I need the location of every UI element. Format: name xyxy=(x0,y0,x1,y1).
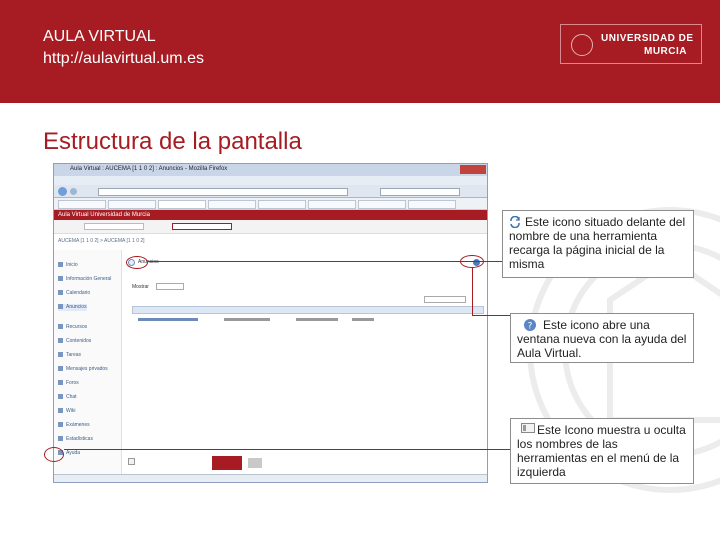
tool-icon xyxy=(58,338,63,344)
tool-icon xyxy=(58,304,63,310)
tool-icon xyxy=(58,394,63,400)
tool-icon xyxy=(58,352,63,358)
arrow-toggle xyxy=(64,449,510,450)
svg-text:?: ? xyxy=(528,322,533,332)
show-label: Mostrar xyxy=(132,284,149,290)
address-bar[interactable] xyxy=(98,188,348,196)
refresh-icon xyxy=(510,216,520,228)
site-band: Aula Virtual Universidad de Murcia xyxy=(54,210,487,220)
browser-search[interactable] xyxy=(380,188,460,196)
sidebar-item[interactable]: Chat xyxy=(58,394,77,401)
browser-tab[interactable] xyxy=(258,200,306,209)
header-title: AULA VIRTUAL xyxy=(43,28,156,45)
embedded-screenshot: Aula Virtual : AUCEMA [1 1 0 2] : Anunci… xyxy=(53,163,488,483)
browser-tab[interactable] xyxy=(308,200,356,209)
tool-icon xyxy=(58,262,63,268)
footer-badge-icon xyxy=(248,458,262,468)
table-header xyxy=(132,306,484,314)
seal-icon xyxy=(571,34,593,56)
close-icon[interactable] xyxy=(460,165,486,174)
menu-toggle-icon[interactable] xyxy=(128,458,135,465)
menu-toggle-icon xyxy=(521,423,535,433)
tool-sidebar: Inicio Información General Calendario Anunc… xyxy=(54,250,122,478)
sidebar-item[interactable]: Contenidos xyxy=(58,338,91,345)
tool-icon xyxy=(58,276,63,282)
browser-tab-active[interactable] xyxy=(158,200,206,209)
highlight-refresh xyxy=(126,256,148,269)
arrow-help xyxy=(472,315,510,316)
tool-icon xyxy=(58,366,63,372)
browser-tab[interactable] xyxy=(408,200,456,209)
callout-toggle: Este Icono muestra u oculta los nombres … xyxy=(510,418,694,484)
course-select[interactable] xyxy=(84,223,144,230)
footer-logo xyxy=(212,456,242,470)
tool-icon xyxy=(58,408,63,414)
sidebar-item[interactable]: Estadísticas xyxy=(58,436,93,443)
callout-toggle-text: Este Icono muestra u oculta los nombres … xyxy=(517,423,686,479)
arrow-help-vertical xyxy=(472,268,473,315)
sidebar-item[interactable]: Tareas xyxy=(58,352,81,359)
tool-icon xyxy=(58,324,63,330)
menu-bar xyxy=(54,176,487,185)
sidebar-item[interactable]: Calendario xyxy=(58,290,90,297)
course-selector-row xyxy=(54,220,487,234)
tool-icon xyxy=(58,436,63,442)
sidebar-item[interactable]: Inicio xyxy=(58,262,78,269)
tool-icon xyxy=(58,380,63,386)
browser-tab[interactable] xyxy=(208,200,256,209)
sidebar-item[interactable]: Recursos xyxy=(58,324,87,331)
tool-icon xyxy=(58,290,63,296)
slide-header: AULA VIRTUAL http://aulavirtual.um.es UN… xyxy=(0,0,720,103)
status-bar xyxy=(54,474,487,482)
sidebar-item[interactable]: Anuncios xyxy=(58,304,87,311)
callout-help-text: Este icono abre una ventana nueva con la… xyxy=(517,318,687,360)
course-select-current[interactable] xyxy=(172,223,232,230)
browser-tab[interactable] xyxy=(108,200,156,209)
back-icon[interactable] xyxy=(58,187,67,196)
callout-refresh-text: Este icono situado delante del nombre de… xyxy=(509,215,686,271)
tool-icon xyxy=(58,422,63,428)
show-select[interactable] xyxy=(156,283,184,290)
table-row[interactable] xyxy=(132,316,484,324)
sidebar-item[interactable]: Exámenes xyxy=(58,422,90,429)
arrow-refresh xyxy=(148,261,502,262)
page-select[interactable] xyxy=(424,296,466,303)
sidebar-item[interactable]: Foros xyxy=(58,380,79,387)
sidebar-item[interactable]: Wiki xyxy=(58,408,75,415)
breadcrumb[interactable]: AUCEMA [1 1 0 2] > AUCEMA [1 1 0 2] xyxy=(58,238,145,244)
forward-icon[interactable] xyxy=(70,188,77,195)
help-icon: ? xyxy=(524,319,536,332)
browser-tab[interactable] xyxy=(58,200,106,209)
callout-help: ? Este icono abre una ventana nueva con … xyxy=(510,313,694,363)
callout-refresh: Este icono situado delante del nombre de… xyxy=(502,210,694,278)
window-titlebar: Aula Virtual : AUCEMA [1 1 0 2] : Anunci… xyxy=(54,164,487,176)
header-url: http://aulavirtual.um.es xyxy=(43,50,204,67)
sidebar-item[interactable]: Mensajes privados xyxy=(58,366,108,373)
highlight-toggle xyxy=(44,447,64,462)
sidebar-item[interactable]: Información General xyxy=(58,276,111,283)
slide-title: Estructura de la pantalla xyxy=(43,128,302,155)
browser-tab[interactable] xyxy=(358,200,406,209)
main-panel: Anuncios Mostrar xyxy=(126,250,486,478)
university-logo: UNIVERSIDAD DE MURCIA xyxy=(560,24,702,64)
